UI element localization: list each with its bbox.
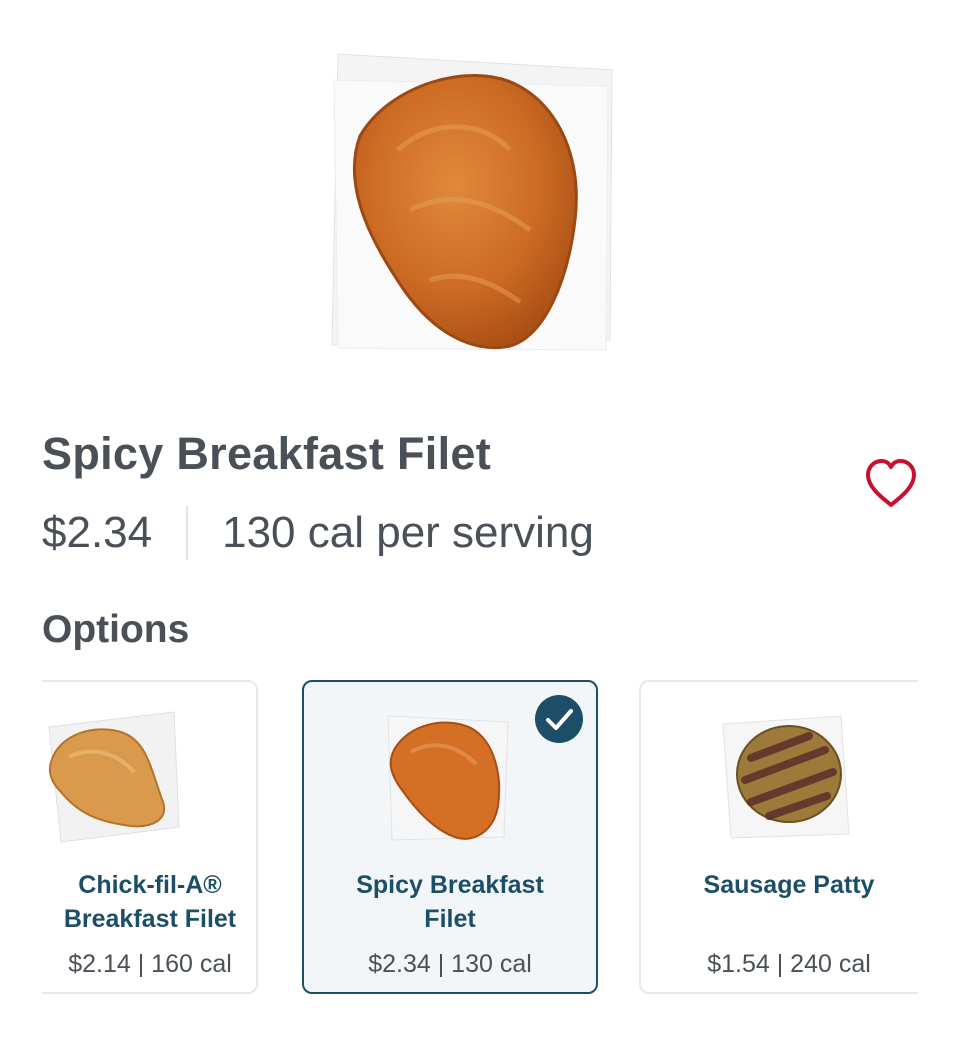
price-divider bbox=[186, 506, 189, 560]
heart-outline-icon bbox=[866, 459, 916, 507]
option-price-calories: $2.14 | 160 cal bbox=[68, 950, 232, 978]
spicy-breakfast-filet-image bbox=[376, 702, 526, 852]
sausage-patty-image bbox=[717, 702, 867, 852]
breakfast-filet-image bbox=[42, 702, 189, 852]
favorite-button[interactable] bbox=[862, 455, 920, 513]
selected-checkmark-icon bbox=[534, 694, 584, 744]
product-price: $2.34 bbox=[42, 508, 153, 557]
option-card-breakfast-filet[interactable]: Chick-fil-A® Breakfast Filet $2.14 | 160… bbox=[42, 680, 258, 994]
product-hero-image bbox=[320, 40, 630, 370]
option-name: Chick-fil-A® Breakfast Filet bbox=[63, 871, 237, 933]
product-title: Spicy Breakfast Filet bbox=[42, 428, 491, 479]
price-calories-row: $2.34 130 cal per serving bbox=[42, 503, 594, 563]
option-card-sausage-patty[interactable]: Sausage Patty $1.54 | 240 cal bbox=[639, 680, 918, 994]
options-heading: Options bbox=[42, 608, 190, 651]
options-carousel[interactable]: Chick-fil-A® Breakfast Filet $2.14 | 160… bbox=[42, 680, 918, 998]
option-card-spicy-breakfast-filet[interactable]: Spicy Breakfast Filet $2.34 | 130 cal bbox=[302, 680, 598, 994]
option-name: Sausage Patty bbox=[703, 871, 875, 899]
option-price-calories: $2.34 | 130 cal bbox=[368, 950, 532, 978]
option-name: Spicy Breakfast Filet bbox=[356, 871, 544, 933]
product-calories: 130 cal per serving bbox=[222, 508, 594, 557]
option-price-calories: $1.54 | 240 cal bbox=[707, 950, 871, 978]
